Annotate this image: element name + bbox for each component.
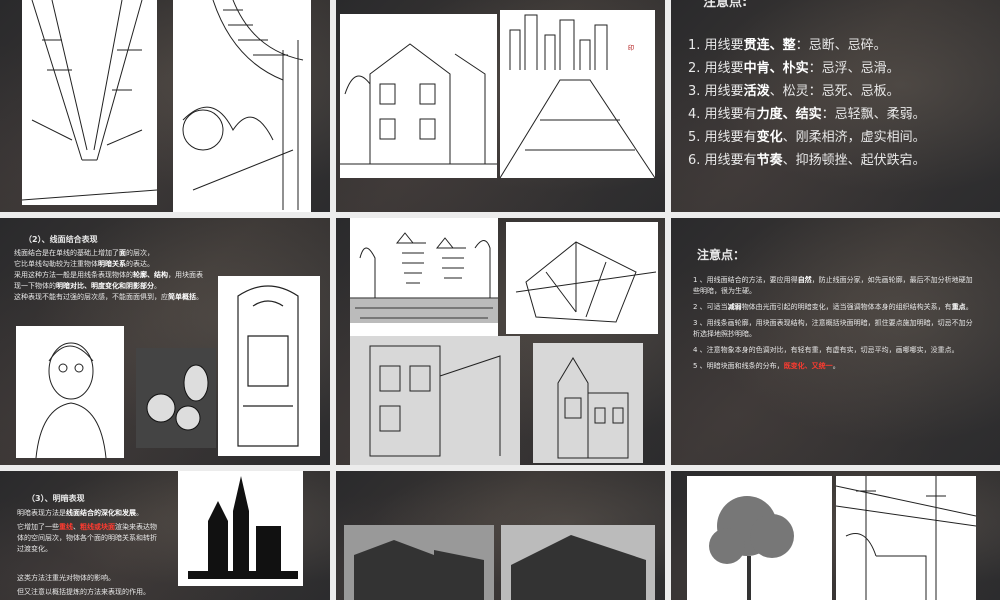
sketch-image-pagodas <box>350 218 498 343</box>
sketch-image-ruins <box>506 222 658 334</box>
slide-body: 线面结合是在单线的基础上增加了面的层次， 它比单线勾勒较为注重物体明暗关系的表达… <box>14 249 203 301</box>
slide-heading: （3）、明暗表现 <box>27 494 85 503</box>
list-item: 2. 用线要中肯、朴实：忌浮、忌滑。 <box>688 61 900 76</box>
sketch-image-stairs <box>173 0 311 212</box>
sketch-image-alley <box>350 336 520 465</box>
slide-heading: （2）、线面结合表现 <box>24 235 98 244</box>
sketch-image-power-poles <box>836 476 976 600</box>
slide-thumbnail-8[interactable] <box>336 471 665 600</box>
slide-thumbnail-3[interactable]: 注意点: 1. 用线要贯连、整：忌断、忌碎。 2. 用线要中肯、朴实：忌浮、忌滑… <box>671 0 1000 212</box>
sketch-image-city: 印 <box>500 10 655 178</box>
list-item: 5. 用线要有变化、刚柔相济，虚实相间。 <box>688 130 926 145</box>
sketch-image-backpack <box>218 276 320 456</box>
sketch-image-shack <box>501 525 655 600</box>
slide-thumbnail-7[interactable]: （3）、明暗表现 明暗表现方法是线面结合的深化和发展。 它增加了一些重线、粗线或… <box>0 471 330 600</box>
slide-thumbnail-9[interactable] <box>671 471 1000 600</box>
slide-heading: 注意点： <box>697 248 746 262</box>
sketch-image-house <box>340 14 497 178</box>
sketch-image-castle <box>178 471 303 586</box>
sketch-image-tree <box>687 476 832 600</box>
slide-body: 1 、用线面结合的方法，要应用得自然，防止线面分家，如先画轮廓，最后不加分析地硬… <box>693 276 973 370</box>
slide-thumbnail-1[interactable] <box>0 0 330 212</box>
sketch-image-still-life <box>136 348 216 448</box>
line-rules-list: 1. 用线要贯连、整：忌断、忌碎。 2. 用线要中肯、朴实：忌浮、忌滑。 3. … <box>688 34 926 172</box>
slide-thumbnail-5[interactable] <box>336 218 665 465</box>
sketch-image-street <box>22 0 157 205</box>
svg-text:印: 印 <box>628 45 634 52</box>
slide-thumbnail-2[interactable]: 印 <box>336 0 665 212</box>
slide-thumbnail-4[interactable]: （2）、线面结合表现 线面结合是在单线的基础上增加了面的层次， 它比单线勾勒较为… <box>0 218 330 465</box>
sketch-image-villa <box>533 343 643 463</box>
slide-body: 明暗表现方法是线面结合的深化和发展。 它增加了一些重线、粗线或块面渲染来表达物体… <box>17 509 157 596</box>
list-item: 6. 用线要有节奏、抑扬顿挫、起伏跌宕。 <box>688 153 926 168</box>
sketch-image-portrait <box>16 326 124 458</box>
list-item: 4. 用线要有力度、结实：忌轻飘、柔弱。 <box>688 107 926 122</box>
sketch-image-village <box>344 525 494 600</box>
slide-heading: 注意点: <box>703 0 748 10</box>
list-item: 3. 用线要活泼、松灵：忌死、忌板。 <box>688 84 900 99</box>
slide-thumbnail-6[interactable]: 注意点： 1 、用线面结合的方法，要应用得自然，防止线面分家，如先画轮廓，最后不… <box>671 218 1000 465</box>
list-item: 1. 用线要贯连、整：忌断、忌碎。 <box>688 38 887 53</box>
